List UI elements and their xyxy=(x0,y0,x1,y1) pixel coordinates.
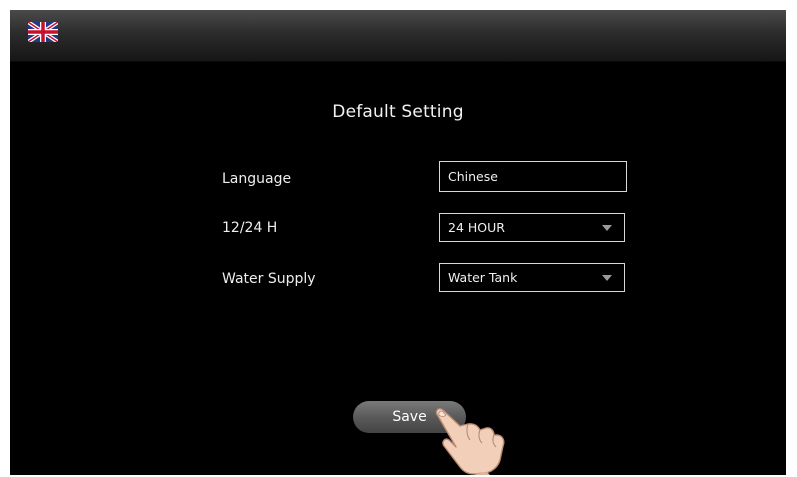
chevron-down-icon xyxy=(602,275,612,281)
water-supply-value: Water Tank xyxy=(448,270,518,285)
water-supply-select[interactable]: Water Tank xyxy=(439,263,625,292)
water-supply-label: Water Supply xyxy=(222,271,316,287)
language-value: Chinese xyxy=(448,169,498,184)
page-title: Default Setting xyxy=(332,102,464,122)
hour-format-label: 12/24 H xyxy=(222,220,278,236)
language-field[interactable]: Chinese xyxy=(439,161,627,192)
hour-format-value: 24 HOUR xyxy=(448,220,505,235)
top-bar xyxy=(10,10,786,62)
hour-format-select[interactable]: 24 HOUR xyxy=(439,213,625,242)
settings-screen: Default Setting Language Chinese 12/24 H… xyxy=(10,10,786,475)
language-label: Language xyxy=(222,171,292,187)
chevron-down-icon xyxy=(602,225,612,231)
uk-flag-icon[interactable] xyxy=(28,22,58,42)
save-button[interactable]: Save xyxy=(353,401,466,433)
